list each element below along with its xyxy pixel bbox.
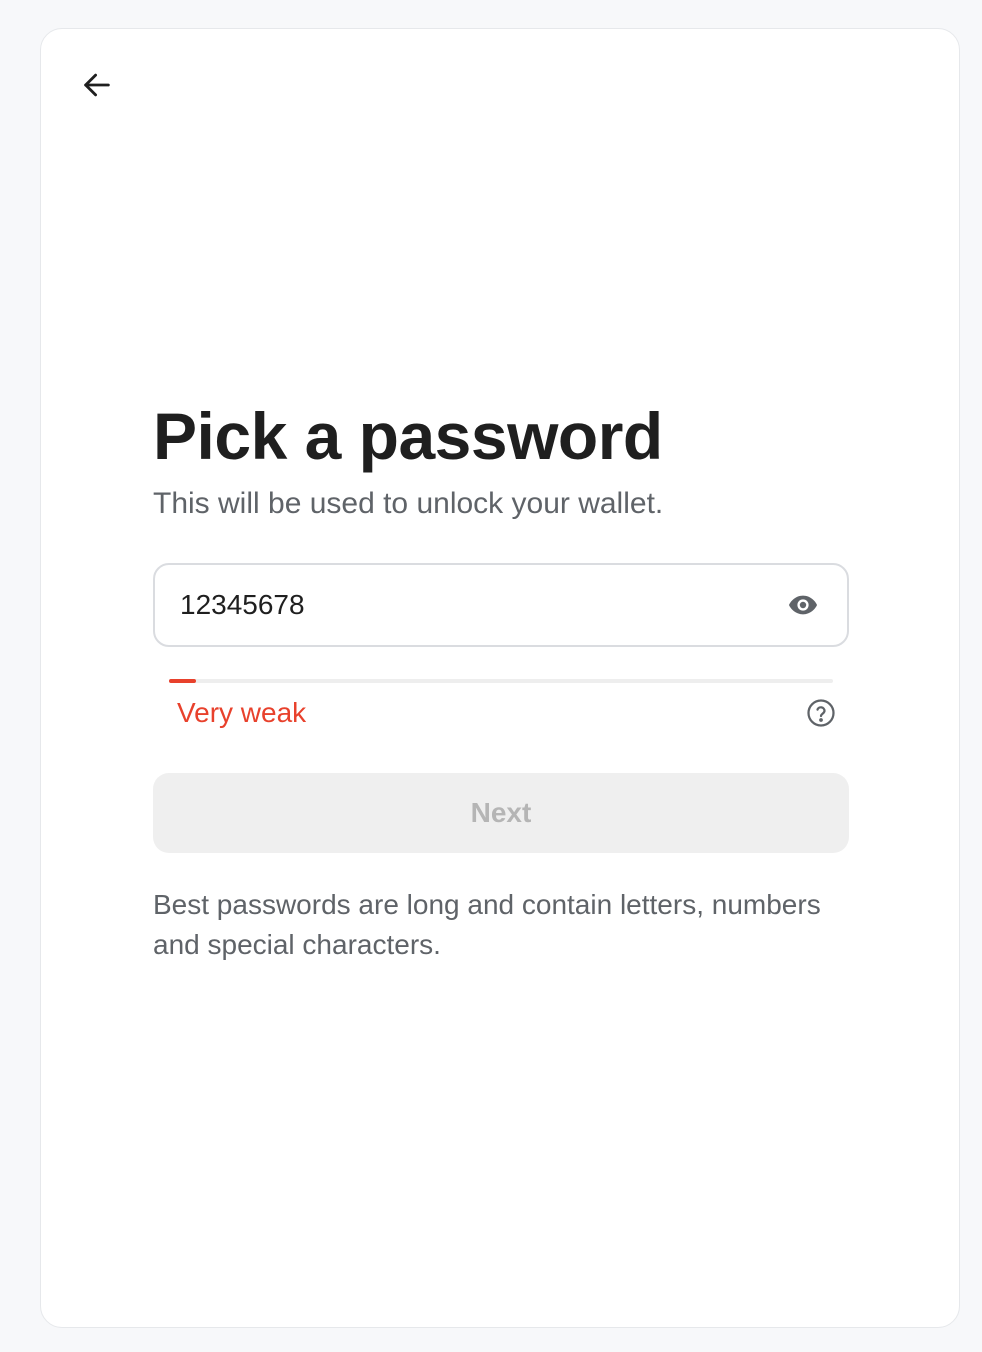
password-input[interactable] xyxy=(180,585,783,625)
back-button[interactable] xyxy=(73,61,121,109)
toggle-visibility-button[interactable] xyxy=(783,585,823,625)
page-subtitle: This will be used to unlock your wallet. xyxy=(153,487,664,520)
strength-label: Very weak xyxy=(177,697,307,728)
next-button[interactable]: Next xyxy=(153,773,849,853)
arrow-left-icon xyxy=(84,73,110,97)
strength-meter-fill xyxy=(169,679,196,683)
strength-meter xyxy=(169,679,833,683)
strength-help-button[interactable] xyxy=(801,693,841,733)
password-field xyxy=(153,563,849,647)
eye-icon xyxy=(789,595,817,615)
password-hint: Best passwords are long and contain lett… xyxy=(153,889,821,960)
password-strength: Very weak xyxy=(153,679,849,733)
password-form: Pick a password This will be used to unl… xyxy=(153,399,849,965)
password-card: Pick a password This will be used to unl… xyxy=(40,28,960,1328)
question-circle-icon xyxy=(807,699,835,727)
page-title: Pick a password xyxy=(153,399,663,473)
